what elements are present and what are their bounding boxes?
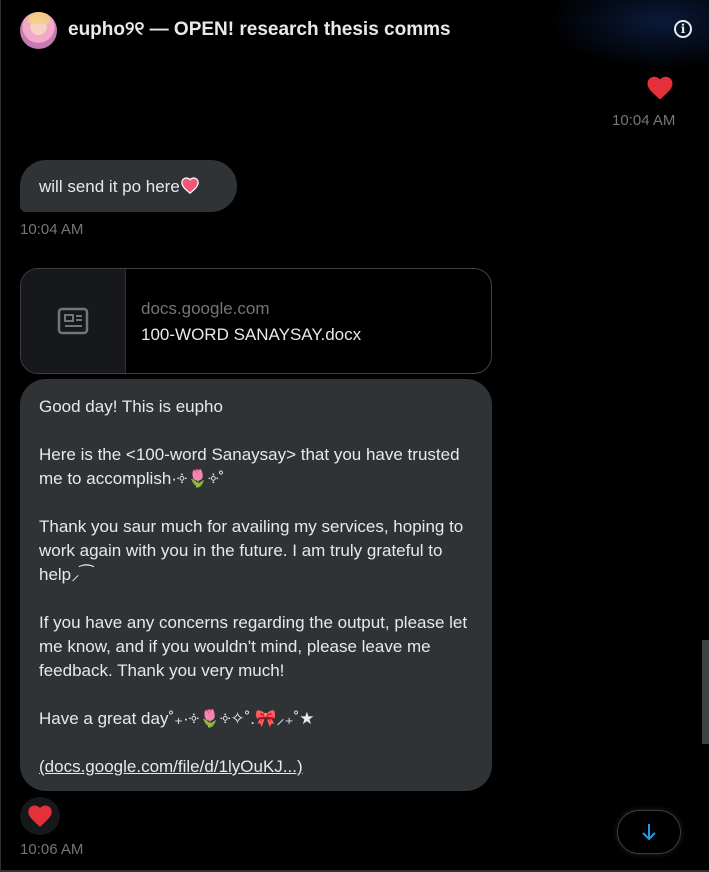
left-border [0,0,1,872]
link-preview-card[interactable]: docs.google.com 100-WORD SANAYSAY.docx [20,268,492,374]
message-paragraph: Here is the <100-word Sanaysay> that you… [39,445,460,488]
arrow-down-icon [642,824,656,841]
heart-reaction-icon[interactable] [645,73,675,103]
message-paragraph: If you have any concerns regarding the o… [39,613,468,680]
message-paragraph: Have a great day˚₊·༓🌷༓✧˚.🎀⸝₊˚★ [39,709,315,728]
heart-reaction[interactable] [20,797,60,835]
scroll-down-button[interactable] [617,810,681,854]
message-timestamp: 10:04 AM [612,112,676,129]
message-bubble[interactable]: will send it po here [20,160,237,212]
message-text: will send it po here [39,177,180,196]
pink-heart-icon [181,177,199,194]
scrollbar-thumb[interactable] [702,640,709,744]
avatar[interactable] [20,12,57,49]
link-preview-thumbnail [21,269,126,373]
message-bubble[interactable]: Good day! This is eupho Here is the <100… [20,379,492,791]
message-paragraph: Thank you saur much for availing my serv… [39,517,464,584]
article-icon [57,307,89,335]
link-title: 100-WORD SANAYSAY.docx [141,325,362,344]
message-link[interactable]: (docs.google.com/file/d/1lyOuKJ...) [39,757,303,776]
link-domain: docs.google.com [141,299,270,318]
info-icon[interactable]: i [674,20,692,38]
message-timestamp: 10:04 AM [20,221,84,238]
message-paragraph: Good day! This is eupho [39,397,223,416]
message-timestamp: 10:06 AM [20,841,84,858]
conversation-title[interactable]: eupho୨୧ — OPEN! research thesis comms [68,19,451,41]
conversation-header: eupho୨୧ — OPEN! research thesis comms i [0,0,709,70]
heart-reaction-icon [28,805,52,827]
